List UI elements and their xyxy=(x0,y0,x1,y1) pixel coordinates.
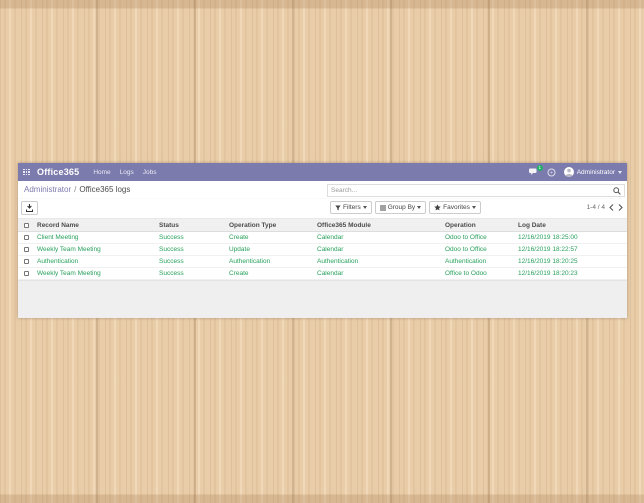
column-header-operation-type[interactable]: Operation Type xyxy=(226,219,314,232)
search-facet-buttons: Filters Group By Favorites xyxy=(330,201,481,214)
table-cell[interactable]: Authentication xyxy=(226,256,314,268)
table-cell[interactable]: 12/16/2019 18:25:00 xyxy=(515,232,627,244)
table-cell[interactable]: Odoo to Office xyxy=(442,244,515,256)
table-cell[interactable]: Success xyxy=(156,244,226,256)
table-cell[interactable]: Office to Odoo xyxy=(442,268,515,280)
row-checkbox[interactable] xyxy=(24,235,29,240)
nav-item-logs[interactable]: Logs xyxy=(120,169,134,176)
select-all-cell xyxy=(18,219,34,232)
column-header-log-date[interactable]: Log Date xyxy=(515,219,627,232)
favorites-label: Favorites xyxy=(443,204,470,211)
systray: 1 Administrator xyxy=(529,167,622,177)
table-cell[interactable]: Odoo to Office xyxy=(442,232,515,244)
search-icon[interactable] xyxy=(613,187,621,195)
control-row: Filters Group By Favorites 1-4 / 4 xyxy=(18,199,627,216)
download-icon xyxy=(26,204,33,212)
table-row[interactable]: Weekly Team MeetingSuccessUpdateCalendar… xyxy=(18,244,627,256)
table-header-row: Record Name Status Operation Type Office… xyxy=(18,219,627,232)
chevron-down-icon xyxy=(618,171,622,174)
app-window: Office365 Home Logs Jobs 1 Ad xyxy=(18,163,627,318)
pager-next-button[interactable] xyxy=(618,204,623,211)
column-header-status[interactable]: Status xyxy=(156,219,226,232)
row-checkbox-cell xyxy=(18,244,34,256)
row-checkbox[interactable] xyxy=(24,259,29,264)
table-cell[interactable]: Create xyxy=(226,232,314,244)
table-cell[interactable]: Weekly Team Meeting xyxy=(34,244,156,256)
message-count-badge: 1 xyxy=(537,165,543,171)
table-row[interactable]: Weekly Team MeetingSuccessCreateCalendar… xyxy=(18,268,627,280)
breadcrumb-row: Administrator / Office365 logs xyxy=(18,181,627,199)
table-cell[interactable]: Authentication xyxy=(442,256,515,268)
favorites-button[interactable]: Favorites xyxy=(429,201,481,214)
content-filler xyxy=(18,280,627,318)
top-navbar: Office365 Home Logs Jobs 1 Ad xyxy=(18,163,627,181)
chevron-down-icon xyxy=(363,206,367,209)
avatar xyxy=(564,167,574,177)
filters-label: Filters xyxy=(343,204,361,211)
export-button[interactable] xyxy=(21,201,38,215)
column-header-record-name[interactable]: Record Name xyxy=(34,219,156,232)
nav-item-home[interactable]: Home xyxy=(93,169,110,176)
pager: 1-4 / 4 xyxy=(587,204,623,211)
user-name: Administrator xyxy=(577,169,615,176)
table-cell[interactable]: 12/16/2019 18:20:23 xyxy=(515,268,627,280)
filter-funnel-icon xyxy=(335,205,341,211)
table-cell[interactable]: Success xyxy=(156,256,226,268)
table-cell[interactable]: Success xyxy=(156,232,226,244)
breadcrumb-separator: / xyxy=(74,185,76,194)
row-checkbox[interactable] xyxy=(24,271,29,276)
breadcrumb-current: Office365 logs xyxy=(79,185,130,194)
list-view: Record Name Status Operation Type Office… xyxy=(18,218,627,280)
chevron-down-icon xyxy=(472,206,476,209)
table-cell[interactable]: Calendar xyxy=(314,244,442,256)
row-checkbox-cell xyxy=(18,232,34,244)
wood-background: Office365 Home Logs Jobs 1 Ad xyxy=(0,0,644,503)
row-checkbox-cell xyxy=(18,268,34,280)
row-checkbox[interactable] xyxy=(24,247,29,252)
table-cell[interactable]: Authentication xyxy=(314,256,442,268)
search-input[interactable] xyxy=(331,187,613,194)
table-cell[interactable]: Success xyxy=(156,268,226,280)
breadcrumb-parent-link[interactable]: Administrator xyxy=(24,185,71,194)
table-row[interactable]: AuthenticationSuccessAuthenticationAuthe… xyxy=(18,256,627,268)
nav-item-jobs[interactable]: Jobs xyxy=(143,169,157,176)
select-all-checkbox[interactable] xyxy=(24,223,29,228)
group-by-label: Group By xyxy=(388,204,415,211)
user-menu[interactable]: Administrator xyxy=(564,167,622,177)
chevron-down-icon xyxy=(417,206,421,209)
pager-previous-button[interactable] xyxy=(609,204,614,211)
column-header-operation[interactable]: Operation xyxy=(442,219,515,232)
table-cell[interactable]: 12/16/2019 18:20:25 xyxy=(515,256,627,268)
brand-logo[interactable]: Office365 xyxy=(37,167,79,177)
table-cell[interactable]: 12/16/2019 18:22:57 xyxy=(515,244,627,256)
table-row[interactable]: Client MeetingSuccessCreateCalendarOdoo … xyxy=(18,232,627,244)
table-cell[interactable]: Client Meeting xyxy=(34,232,156,244)
star-icon xyxy=(434,204,441,211)
column-header-office365-module[interactable]: Office365 Module xyxy=(314,219,442,232)
table-cell[interactable]: Calendar xyxy=(314,232,442,244)
table-cell[interactable]: Calendar xyxy=(314,268,442,280)
logs-table: Record Name Status Operation Type Office… xyxy=(18,218,627,280)
pager-range: 1-4 / 4 xyxy=(587,204,605,211)
search-box xyxy=(327,184,625,197)
table-cell[interactable]: Authentication xyxy=(34,256,156,268)
row-checkbox-cell xyxy=(18,256,34,268)
filters-button[interactable]: Filters xyxy=(330,201,372,214)
table-body: Client MeetingSuccessCreateCalendarOdoo … xyxy=(18,232,627,280)
group-by-button[interactable]: Group By xyxy=(375,201,426,214)
messages-button[interactable]: 1 xyxy=(529,168,539,176)
table-cell[interactable]: Weekly Team Meeting xyxy=(34,268,156,280)
apps-grid-icon[interactable] xyxy=(23,169,30,176)
group-by-icon xyxy=(380,205,386,211)
activity-icon[interactable] xyxy=(547,168,556,177)
table-cell[interactable]: Update xyxy=(226,244,314,256)
table-cell[interactable]: Create xyxy=(226,268,314,280)
